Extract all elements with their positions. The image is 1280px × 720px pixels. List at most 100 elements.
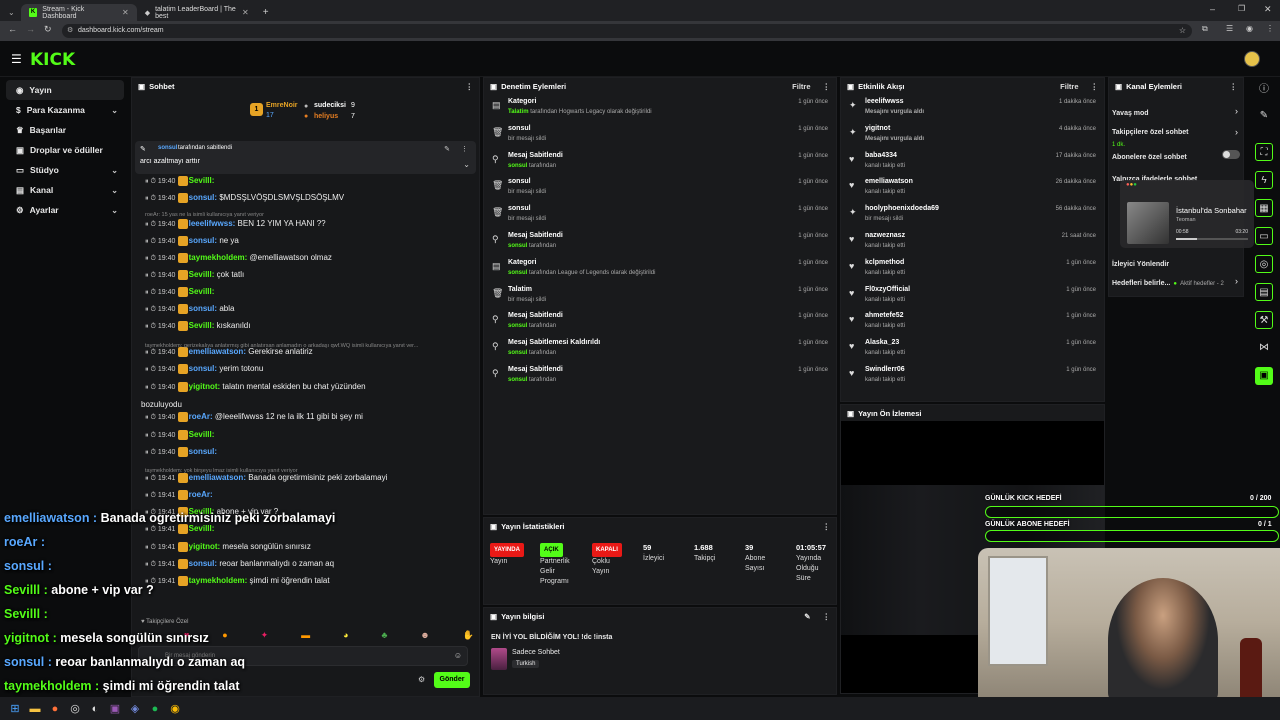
expand-icon[interactable]: ⛶ — [1255, 143, 1273, 161]
row-user[interactable]: sonsul — [508, 350, 527, 356]
moderation-row[interactable]: ▤ Kategori Talatim tarafından Hogwarts Leg… — [484, 94, 836, 121]
action-raid[interactable]: İzleyici Yönlendir — [1112, 257, 1240, 269]
mod-actions-icon[interactable]: ⏸ ⏱ — [145, 414, 158, 421]
chat-message[interactable]: ⏸ ⏱ 19:40 sonsul: $MDSŞLVÖŞDLSMVŞLDSÖŞLM… — [145, 193, 344, 203]
chat-message[interactable]: ⏸ ⏱ 19:40 Sevilll: — [145, 287, 214, 297]
extensions-icon[interactable]: ⧉ — [1202, 24, 1208, 34]
actions-menu-icon[interactable]: ⋮ — [1230, 82, 1238, 91]
sidebar-item-basarilar[interactable]: ♛ Başarılar — [6, 120, 124, 140]
emote-icon[interactable]: ▬ — [301, 630, 310, 642]
file-explorer-icon[interactable]: ▬ — [28, 702, 42, 716]
tab-search-icon[interactable]: ⌄ — [8, 8, 15, 17]
mod-actions-icon[interactable]: ⏸ ⏱ — [145, 384, 158, 391]
layout-icon[interactable]: ▤ — [1255, 283, 1273, 301]
moderation-row[interactable]: ⚲ Mesaj Sabitlemesi Kaldırıldı sonsul tara… — [484, 335, 836, 362]
chat-message[interactable]: ⏸ ⏱ 19:41 emelliawatson: Banada ogretirm… — [145, 473, 387, 483]
profile-icon[interactable]: ◉ — [1246, 24, 1253, 33]
steam-icon[interactable]: ◐ — [88, 702, 102, 716]
moderation-row[interactable]: 🗑 sonsul bir mesajı sildi 1 gün önce — [484, 121, 836, 148]
moderation-row[interactable]: 🗑 sonsul bir mesajı sildi 1 gün önce — [484, 201, 836, 228]
moderation-row[interactable]: 🗑 sonsul bir mesajı sildi 1 gün önce — [484, 174, 836, 201]
close-window-icon[interactable]: ✕ — [1264, 4, 1272, 15]
pinned-menu-icon[interactable]: ⋮ — [461, 145, 468, 153]
emote-icon[interactable]: ◕ — [343, 630, 348, 642]
chat-message[interactable]: ⏸ ⏱ 19:41 yigitnot: mesela songülün sını… — [145, 542, 311, 552]
message-user[interactable]: leeelifwwss: — [189, 219, 236, 228]
activity-row[interactable]: ♥ Alaska_23 kanalı takip etti 1 gün önce — [841, 335, 1104, 362]
pencil-icon[interactable]: ✎ — [1255, 107, 1273, 125]
display-icon[interactable]: ▭ — [1255, 227, 1273, 245]
new-tab-icon[interactable]: + — [263, 7, 269, 18]
address-bar[interactable]: ⚙ dashboard.kick.com/stream ☆ — [62, 24, 1192, 38]
chat-message[interactable]: ⏸ ⏱ 19:41 Sevilll: — [145, 524, 214, 534]
mod-actions-icon[interactable]: ⏸ ⏱ — [145, 272, 158, 279]
moderation-row[interactable]: ⚲ Mesaj Sabitlendi sonsul tarafından 1 gün … — [484, 148, 836, 175]
message-user[interactable]: sonsul: — [189, 236, 217, 245]
action-subscribers-only[interactable]: Abonelere özel sohbet — [1112, 150, 1240, 162]
chat-menu-icon[interactable]: ⋮ — [466, 82, 474, 91]
reload-icon[interactable]: ↻ — [44, 24, 52, 35]
sidebar-item-yayin[interactable]: ◉ Yayın — [6, 80, 124, 100]
emote-bar[interactable]: ♥ ● ✦ ▬ ◕ ♣ ☻ ✋ — [184, 630, 474, 642]
activity-row[interactable]: ♥ kclpmethod kanalı takip etti 1 gün önce — [841, 255, 1104, 282]
sidebar-item-para-kazanma[interactable]: $ Para Kazanma ⌄ — [6, 100, 124, 120]
message-user[interactable]: taymekholdem: — [189, 576, 248, 585]
kick-logo[interactable]: KICK — [30, 50, 75, 70]
forward-icon[interactable]: → — [26, 24, 35, 34]
mod-actions-icon[interactable]: ⏸ ⏱ — [145, 475, 158, 482]
message-user[interactable]: sonsul: — [189, 559, 217, 568]
moderation-row[interactable]: ⚲ Mesaj Sabitlendi sonsul tarafından 1 gün … — [484, 308, 836, 335]
activity-row[interactable]: ♥ emelliawatson kanalı takip etti 26 dakika… — [841, 174, 1104, 201]
chat-message[interactable]: ⏸ ⏱ 19:40 roeAr: @leeelifwwss 12 ne la i… — [145, 412, 363, 422]
lightning-icon[interactable]: ϟ — [1255, 171, 1273, 189]
send-button[interactable]: Gönder — [434, 672, 470, 688]
mod-actions-icon[interactable]: ⏸ ⏱ — [145, 178, 158, 185]
message-user[interactable]: sonsul: — [189, 304, 217, 313]
activity-row[interactable]: ♥ baba4334 kanalı takip etti 17 dakika önce — [841, 148, 1104, 175]
chrome-icon[interactable]: ◉ — [168, 702, 182, 716]
chat-message[interactable]: ⏸ ⏱ 19:40 Sevilll: — [145, 430, 214, 440]
share-icon[interactable]: ⋈ — [1255, 339, 1273, 357]
chat-message[interactable]: ⏸ ⏱ 19:40 Sevilll: kıskanıldı — [145, 321, 250, 331]
message-user[interactable]: sonsul: — [189, 447, 217, 456]
close-tab-icon[interactable]: ✕ — [122, 8, 129, 17]
mod-actions-icon[interactable]: ⏸ ⏱ — [145, 366, 158, 373]
chat-message[interactable]: ⏸ ⏱ 19:41 taymekholdem: şimdi mi öğrendi… — [145, 576, 330, 586]
moderation-row[interactable]: 🗑 Talatim bir mesajı sildi 1 gün önce — [484, 282, 836, 309]
mod-actions-icon[interactable]: ⏸ ⏱ — [145, 526, 158, 533]
message-user[interactable]: yigitnot: — [189, 382, 221, 391]
app-icon[interactable]: ▣ — [1255, 367, 1273, 385]
activity-row[interactable]: ✦ yigitnot Mesajını vurgula aldı 4 dakika ö… — [841, 121, 1104, 148]
activity-row[interactable]: ✦ leeelifwwss Mesajını vurgula aldı 1 dakik… — [841, 94, 1104, 121]
app-icon[interactable]: ▣ — [108, 702, 122, 716]
message-user[interactable]: Sevilll: — [189, 430, 215, 439]
emote-icon[interactable]: ♣ — [381, 630, 387, 642]
mod-actions-icon[interactable]: ⏸ ⏱ — [145, 561, 158, 568]
grid-icon[interactable]: ▦ — [1255, 199, 1273, 217]
chat-message[interactable]: ⏸ ⏱ 19:40 sonsul: — [145, 447, 217, 457]
wrench-icon[interactable]: ⚒ — [1255, 311, 1273, 329]
message-user[interactable]: sonsul: — [189, 364, 217, 373]
chat-message[interactable]: ⏸ ⏱ 19:40 Sevilll: çok tatlı — [145, 270, 244, 280]
chat-message[interactable]: ⏸ ⏱ 19:40 sonsul: ne ya — [145, 236, 239, 246]
minimize-window-icon[interactable]: – — [1210, 4, 1215, 14]
toggle-switch[interactable] — [1222, 150, 1240, 159]
activity-row[interactable]: ♥ Fl0xzyOfficial kanalı takip etti 1 gün ön… — [841, 282, 1104, 309]
chat-message[interactable]: ⏸ ⏱ 19:40 sonsul: abla — [145, 304, 234, 314]
message-user[interactable]: Sevilll: — [189, 321, 215, 330]
chat-message[interactable]: ⏸ ⏱ 19:41 roeAr: — [145, 490, 213, 500]
row-user[interactable]: sonsul — [508, 270, 527, 276]
broadcast-signal-icon[interactable]: ◎ — [1255, 255, 1273, 273]
mod-actions-icon[interactable]: ⏸ ⏱ — [145, 323, 158, 330]
sidebar-item-droplar[interactable]: ▣ Droplar ve ödüller — [6, 140, 124, 160]
activity-row[interactable]: ♥ Swindlerr06 kanalı takip etti 1 gün önce — [841, 362, 1104, 389]
bookmark-star-icon[interactable]: ☆ — [1179, 24, 1186, 38]
emoji-picker-icon[interactable]: ☺ — [454, 651, 462, 660]
mod-actions-icon[interactable]: ⏸ ⏱ — [145, 432, 158, 439]
action-followers-only[interactable]: Takipçilere özel sohbet 1 dk. › — [1112, 125, 1240, 148]
info-circle-icon[interactable]: ⓘ — [1255, 81, 1273, 99]
stream-info-menu-icon[interactable]: ⋮ — [823, 612, 831, 621]
chat-message[interactable]: ⏸ ⏱ 19:40 yigitnot: talatın mental eskid… — [145, 382, 366, 392]
mod-actions-icon[interactable]: ⏸ ⏱ — [145, 255, 158, 262]
chat-message[interactable]: ⏸ ⏱ 19:40 sonsul: yerim totonu — [145, 364, 263, 374]
